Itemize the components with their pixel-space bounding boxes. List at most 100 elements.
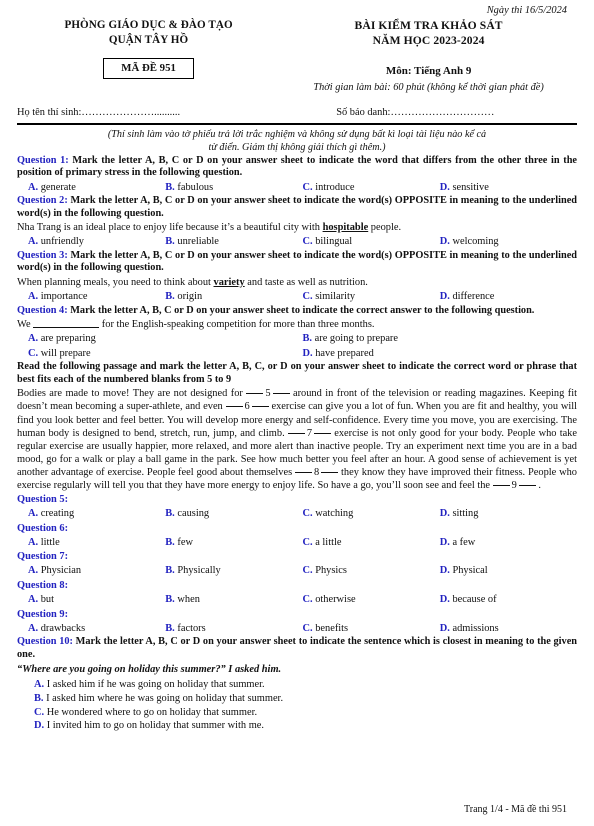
question-1: Question 1: Mark the letter A, B, C or D… [17, 155, 577, 195]
option-d[interactable]: D. sensitive [440, 181, 577, 195]
option-d-letter: D. [439, 622, 450, 634]
option-b[interactable]: B. I asked him where he was going on hol… [34, 692, 577, 706]
option-b-letter: B. [165, 508, 175, 520]
option-a[interactable]: A. generate [28, 181, 165, 195]
option-a[interactable]: A. but [28, 593, 165, 607]
option-d[interactable]: D. I invited him to go on holiday that s… [34, 719, 577, 733]
option-c[interactable]: C. a little [303, 536, 440, 550]
sentence-post: people. [368, 222, 402, 234]
option-c-letter: C. [302, 593, 313, 605]
option-c-text: otherwise [312, 593, 356, 605]
option-a-text: importance [38, 291, 88, 302]
question-6: Question 6: A. little B. few C. a little… [17, 522, 577, 550]
question-3-sentence: When planning meals, you need to think a… [17, 276, 577, 289]
option-a-letter: A. [28, 291, 39, 302]
option-b[interactable]: B. few [165, 536, 302, 550]
option-a[interactable]: A. are preparing [28, 332, 303, 346]
option-b-text: when [174, 593, 200, 605]
exam-date: Ngày thi 16/5/2024 [486, 5, 567, 16]
option-b-text: I asked him where he was going on holida… [43, 692, 284, 704]
option-d[interactable]: D. Physical [440, 564, 577, 578]
exam-title-line-1: BÀI KIỂM TRA KHẢO SÁT [354, 19, 503, 32]
passage-part-1: Bodies are made to move! They are not de… [17, 388, 247, 400]
option-c-letter: C. [34, 706, 45, 718]
underlined-word: hospitable [322, 222, 369, 234]
option-a[interactable]: A. creating [28, 507, 165, 521]
blank-9-number: 9 [511, 480, 517, 492]
option-d-text: because of [449, 593, 497, 605]
exam-note-line-1: (Thí sinh làm vào tờ phiếu trả lời trắc … [107, 128, 487, 140]
option-c[interactable]: C. Physics [303, 564, 440, 578]
question-10-quote: “Where are you going on holiday this sum… [17, 664, 282, 676]
reading-instruction: Read the following passage and mark the … [17, 361, 577, 385]
option-b[interactable]: B. causing [165, 507, 302, 521]
option-c-letter: C. [28, 347, 39, 359]
option-a-letter: A. [28, 593, 39, 605]
option-d[interactable]: D. have prepared [303, 347, 578, 361]
option-d[interactable]: D. a few [440, 536, 577, 550]
option-a[interactable]: A. Physician [28, 564, 165, 578]
blank-5: 5 [246, 387, 290, 400]
option-c[interactable]: C. will prepare [28, 347, 303, 361]
option-c[interactable]: C. bilingual [303, 235, 440, 249]
option-d-text: admissions [449, 622, 499, 634]
question-3-options: A. importance B. origin C. similarity D.… [17, 290, 577, 304]
option-d-letter: D. [302, 347, 313, 359]
option-a[interactable]: A. drawbacks [28, 622, 165, 636]
option-a[interactable]: A. I asked him if he was going on holida… [34, 678, 577, 692]
question-5: Question 5: A. creating B. causing C. wa… [17, 493, 577, 521]
exam-subject: Môn: Tiếng Anh 9 [385, 64, 472, 77]
option-b[interactable]: B. Physically [165, 564, 302, 578]
option-c[interactable]: C. He wondered where to go on holiday th… [34, 706, 577, 720]
exam-title-line-2: NĂM HỌC 2023-2024 [372, 34, 485, 48]
option-b[interactable]: B. origin [165, 290, 302, 304]
sentence-post: for the English-speaking competition for… [99, 319, 375, 331]
option-b[interactable]: B. unreliable [165, 235, 302, 249]
header-left-column: PHÒNG GIÁO DỤC & ĐÀO TẠO QUẬN TÂY HỒ MÃ … [17, 18, 280, 93]
option-b-letter: B. [165, 593, 175, 605]
question-4-options-row-2: C. will prepare D. have prepared [17, 347, 577, 361]
question-3-prompt: Mark the letter A, B, C or D on your ans… [17, 249, 577, 274]
option-d-text: I invited him to go on holiday that summ… [44, 720, 265, 732]
option-d[interactable]: D. admissions [440, 622, 577, 636]
option-c[interactable]: C. otherwise [303, 593, 440, 607]
option-d[interactable]: D. because of [440, 593, 577, 607]
option-d[interactable]: D. welcoming [440, 235, 577, 249]
question-7-label: Question 7: [17, 551, 69, 563]
option-d-letter: D. [439, 181, 450, 193]
question-1-prompt: Mark the letter A, B, C or D on your ans… [17, 154, 577, 179]
option-b[interactable]: B. when [165, 593, 302, 607]
option-a-letter: A. [28, 508, 39, 520]
option-d-letter: D. [439, 291, 450, 302]
option-a-letter: A. [28, 536, 39, 548]
option-a-text: creating [38, 508, 75, 520]
option-d-text: sitting [449, 508, 479, 520]
option-c[interactable]: C. introduce [303, 181, 440, 195]
option-a[interactable]: A. unfriendly [28, 235, 165, 249]
option-c-letter: C. [302, 291, 313, 302]
option-b[interactable]: B. are going to prepare [303, 332, 578, 346]
option-b-letter: B. [302, 333, 313, 345]
option-d[interactable]: D. difference [440, 290, 577, 304]
option-b[interactable]: B. factors [165, 622, 302, 636]
option-a-letter: A. [28, 181, 39, 193]
option-a-letter: A. [28, 565, 39, 577]
question-10: Question 10: Mark the letter A, B, C or … [17, 636, 577, 733]
option-a[interactable]: A. importance [28, 290, 165, 304]
option-b-letter: B. [165, 181, 175, 193]
option-d-letter: D. [439, 508, 450, 520]
option-a[interactable]: A. little [28, 536, 165, 550]
option-b[interactable]: B. fabulous [165, 181, 302, 195]
option-c[interactable]: C. benefits [303, 622, 440, 636]
option-c[interactable]: C. watching [303, 507, 440, 521]
option-d[interactable]: D. sitting [440, 507, 577, 521]
question-4-prompt: Mark the letter A, B, C or D on your ans… [67, 304, 535, 316]
question-1-stem: Question 1: Mark the letter A, B, C or D… [17, 155, 577, 180]
department-line-2: QUẬN TÂY HỒ [108, 33, 189, 46]
question-10-options: A. I asked him if he was going on holida… [17, 678, 577, 734]
option-c[interactable]: C. similarity [303, 290, 440, 304]
question-8-options: A. but B. when C. otherwise D. because o… [17, 593, 577, 607]
exam-duration: Thời gian làm bài: 60 phút (không kể thờ… [313, 81, 544, 93]
question-2-label: Question 2: [17, 195, 68, 207]
option-a-text: unfriendly [38, 236, 84, 248]
